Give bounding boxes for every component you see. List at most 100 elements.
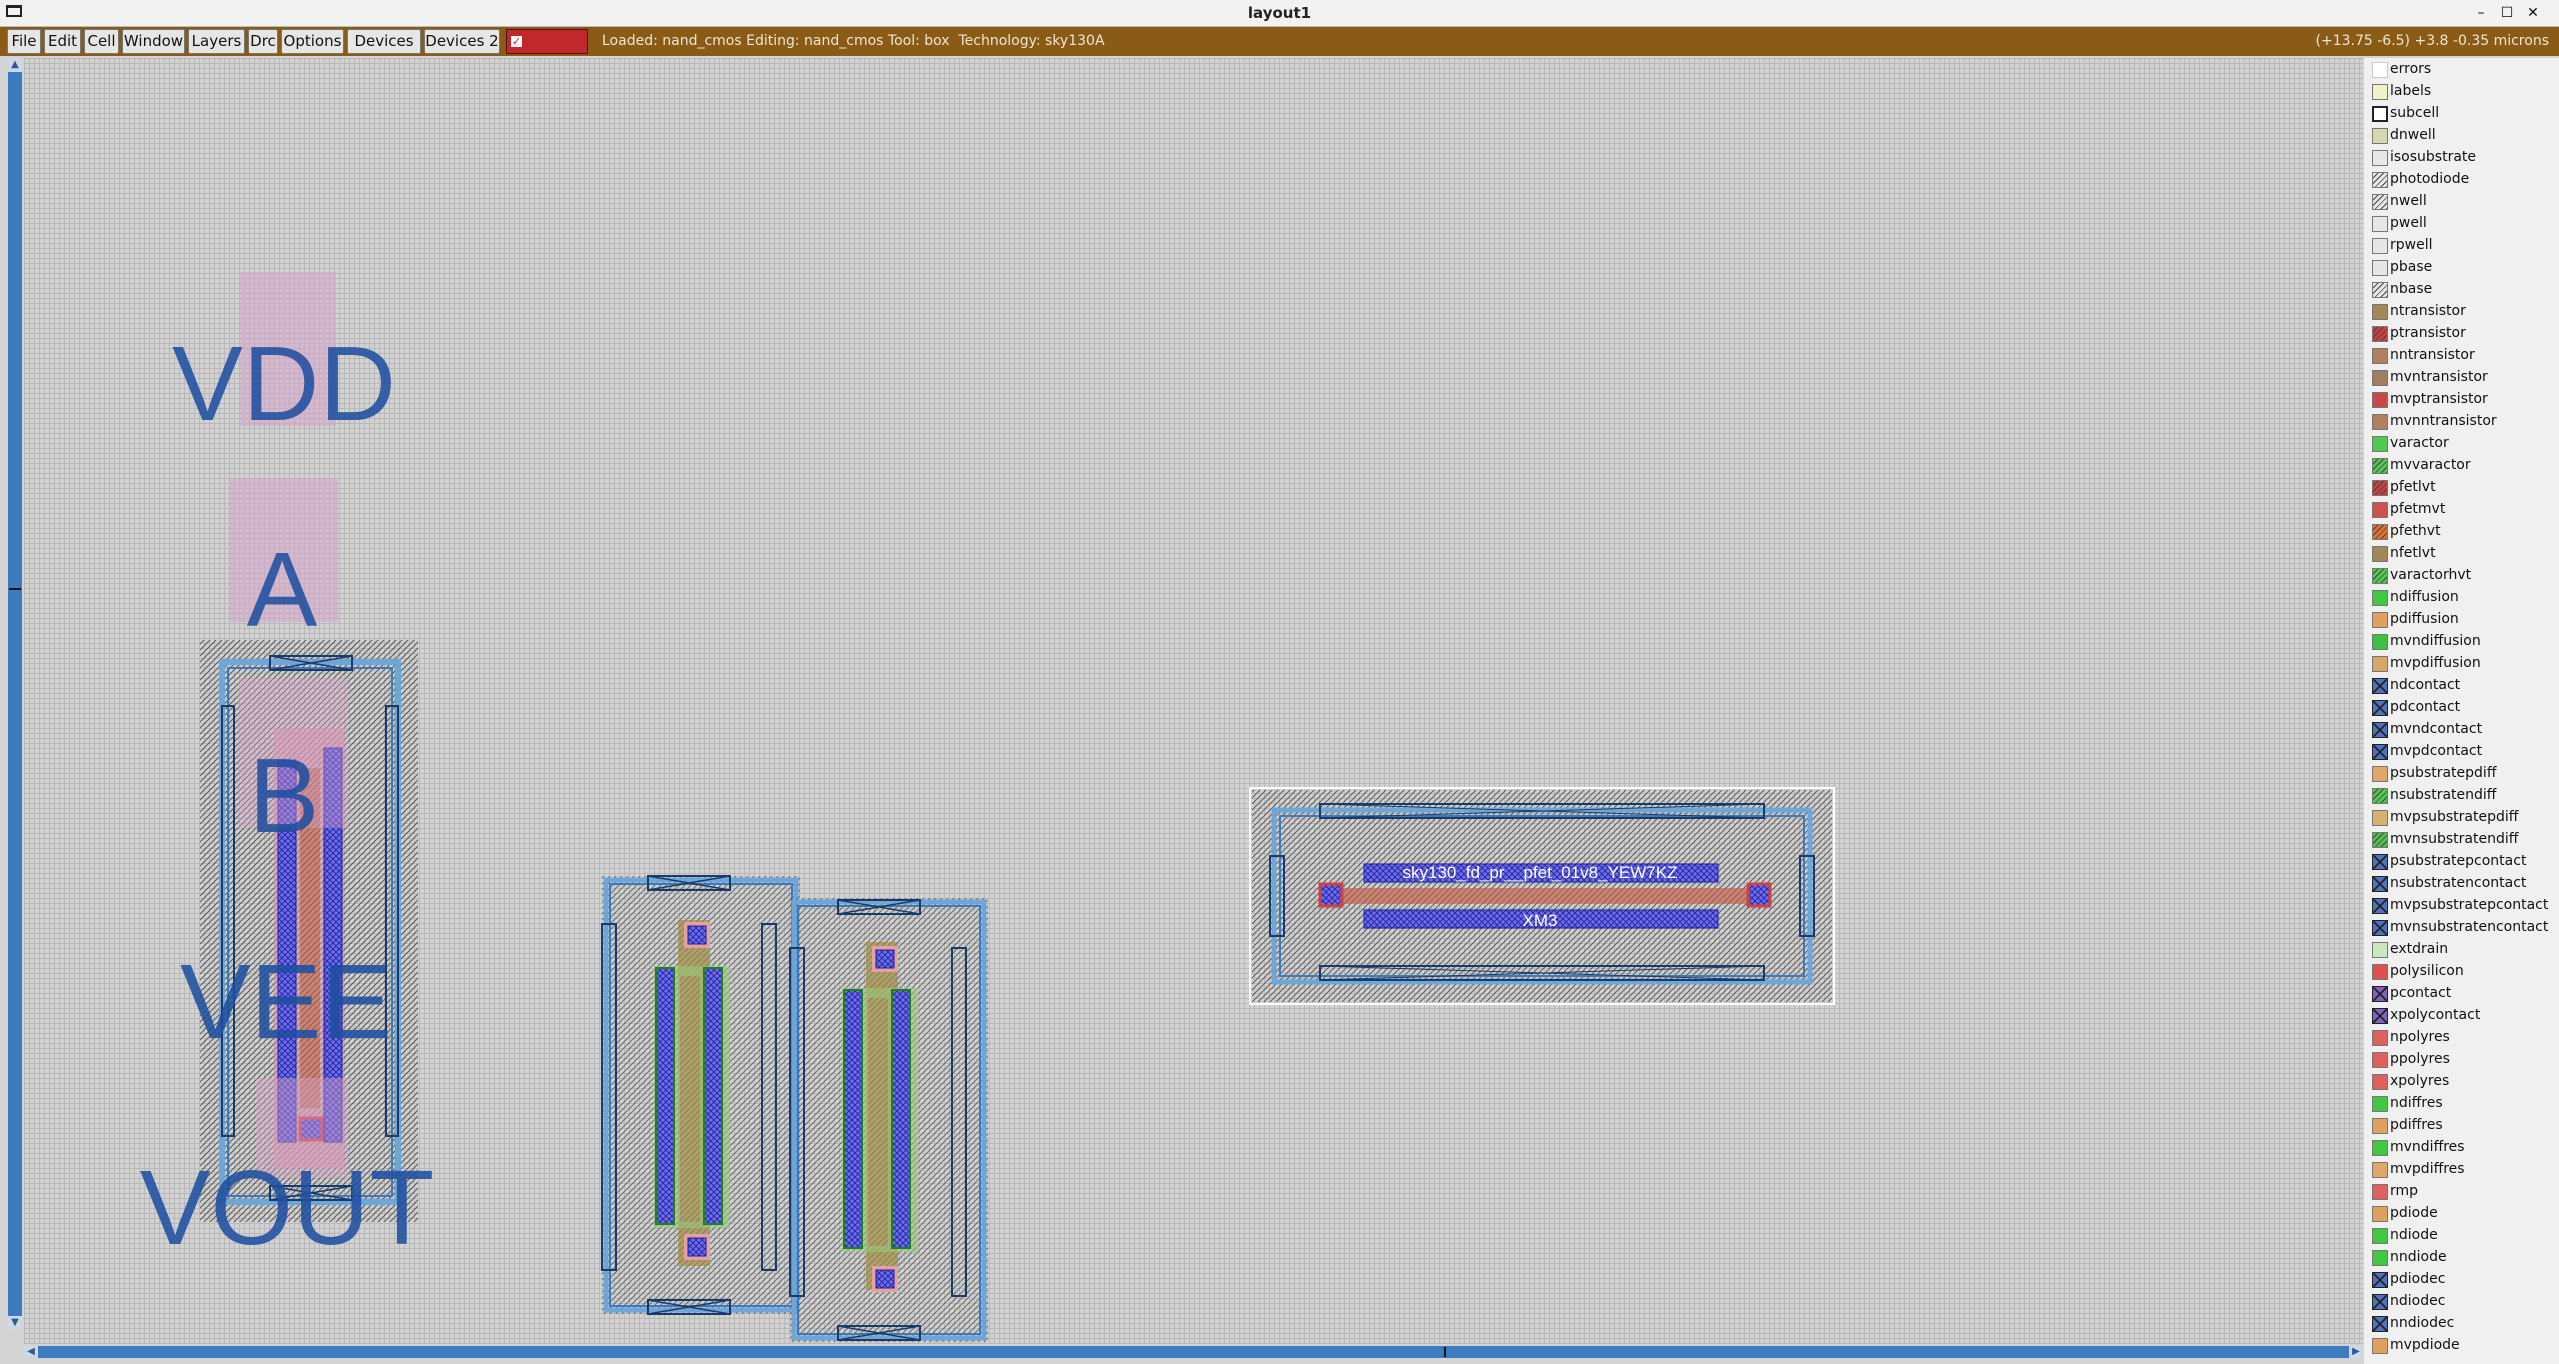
- layer-item[interactable]: pdiffres: [2364, 1114, 2559, 1136]
- layer-item[interactable]: mvndiffres: [2364, 1136, 2559, 1158]
- layer-swatch-icon: [2372, 1162, 2388, 1178]
- scroll-right-icon[interactable]: ▶: [2349, 1346, 2363, 1358]
- net-label-vout[interactable]: VOUT: [140, 1149, 434, 1267]
- layer-item[interactable]: mvptransistor: [2364, 388, 2559, 410]
- layer-item[interactable]: rpwell: [2364, 234, 2559, 256]
- layer-item[interactable]: varactorhvt: [2364, 564, 2559, 586]
- layer-item[interactable]: ntransistor: [2364, 300, 2559, 322]
- layer-item[interactable]: pdiffusion: [2364, 608, 2559, 630]
- menu-options[interactable]: Options: [281, 29, 344, 54]
- layer-item[interactable]: photodiode: [2364, 168, 2559, 190]
- layer-item[interactable]: mvnsubstratencontact: [2364, 916, 2559, 938]
- subcell-pfet[interactable]: sky130_fd_pr__pfet_01v8_YEW7KZ XM3: [1249, 787, 1835, 1005]
- scroll-up-icon[interactable]: ▲: [8, 58, 22, 72]
- layer-item[interactable]: pdcontact: [2364, 696, 2559, 718]
- layer-item[interactable]: nfetlvt: [2364, 542, 2559, 564]
- net-label-b[interactable]: B: [249, 737, 320, 855]
- layer-item[interactable]: pbase: [2364, 256, 2559, 278]
- layer-item[interactable]: mvndiffusion: [2364, 630, 2559, 652]
- layer-item[interactable]: pfethvt: [2364, 520, 2559, 542]
- layer-item[interactable]: mvpdiode: [2364, 1334, 2559, 1356]
- layer-name-label: psubstratepdiff: [2390, 765, 2497, 781]
- layer-item[interactable]: subcell: [2364, 102, 2559, 124]
- layer-item[interactable]: ppolyres: [2364, 1048, 2559, 1070]
- layer-panel: errors labels subcell dnwell isosubstrate pho…: [2364, 58, 2559, 1364]
- vertical-scrollbar[interactable]: ▲ ▼: [8, 58, 22, 1330]
- layer-item[interactable]: isosubstrate: [2364, 146, 2559, 168]
- layer-item[interactable]: mvvaractor: [2364, 454, 2559, 476]
- layer-item[interactable]: mvnsubstratendiff: [2364, 828, 2559, 850]
- layer-item[interactable]: npolyres: [2364, 1026, 2559, 1048]
- layer-item[interactable]: pfetmvt: [2364, 498, 2559, 520]
- menu-edit[interactable]: Edit: [44, 29, 81, 54]
- layer-item[interactable]: mvndcontact: [2364, 718, 2559, 740]
- minimize-button[interactable]: –: [2470, 3, 2492, 23]
- layer-item[interactable]: ndiffres: [2364, 1092, 2559, 1114]
- layer-item[interactable]: mvntransistor: [2364, 366, 2559, 388]
- layer-item[interactable]: varactor: [2364, 432, 2559, 454]
- drc-toggle-button[interactable]: ✓DRC=24: [506, 29, 588, 73]
- menu-cell[interactable]: Cell: [84, 29, 119, 54]
- maximize-button[interactable]: ☐: [2496, 3, 2518, 23]
- layer-item[interactable]: nsubstratendiff: [2364, 784, 2559, 806]
- layer-item[interactable]: nndiode: [2364, 1246, 2559, 1268]
- horizontal-scrollbar[interactable]: ◀ ▶: [24, 1346, 2363, 1358]
- layer-item[interactable]: polysilicon: [2364, 960, 2559, 982]
- layer-item[interactable]: mvnntransistor: [2364, 410, 2559, 432]
- layer-item[interactable]: pwell: [2364, 212, 2559, 234]
- net-label-vee[interactable]: VEE: [180, 943, 392, 1061]
- scroll-thumb[interactable]: [9, 588, 21, 590]
- layer-item[interactable]: pdiodec: [2364, 1268, 2559, 1290]
- layer-swatch-icon: [2372, 194, 2388, 210]
- layer-item[interactable]: nsubstratencontact: [2364, 872, 2559, 894]
- layer-item[interactable]: psubstratepcontact: [2364, 850, 2559, 872]
- menu-window[interactable]: Window: [122, 29, 185, 54]
- layer-item[interactable]: mvpdiffres: [2364, 1158, 2559, 1180]
- layer-swatch-icon: [2372, 370, 2388, 386]
- layer-item[interactable]: ndiode: [2364, 1224, 2559, 1246]
- layer-item[interactable]: nwell: [2364, 190, 2559, 212]
- layer-swatch-icon: [2372, 876, 2388, 892]
- layer-item[interactable]: mvpdcontact: [2364, 740, 2559, 762]
- menu-devices-2[interactable]: Devices 2: [424, 29, 500, 54]
- device-m2[interactable]: [601, 875, 800, 1315]
- layer-item[interactable]: mvpsubstratepcontact: [2364, 894, 2559, 916]
- layer-swatch-icon: [2372, 964, 2388, 980]
- scroll-left-icon[interactable]: ◀: [24, 1346, 38, 1358]
- layer-item[interactable]: rmp: [2364, 1180, 2559, 1202]
- layer-item[interactable]: mvpdiffusion: [2364, 652, 2559, 674]
- menu-file[interactable]: File: [7, 29, 41, 54]
- layer-name-label: subcell: [2390, 105, 2440, 121]
- layer-item[interactable]: nbase: [2364, 278, 2559, 300]
- hscroll-thumb[interactable]: [1444, 1347, 1446, 1357]
- layer-item[interactable]: pcontact: [2364, 982, 2559, 1004]
- net-label-vdd[interactable]: VDD: [172, 325, 396, 443]
- net-label-a[interactable]: A: [247, 531, 318, 649]
- layer-item[interactable]: errors: [2364, 58, 2559, 80]
- layer-item[interactable]: nntransistor: [2364, 344, 2559, 366]
- menu-drc[interactable]: Drc: [248, 29, 278, 54]
- layer-item[interactable]: psubstratepdiff: [2364, 762, 2559, 784]
- layer-item[interactable]: dnwell: [2364, 124, 2559, 146]
- layer-item[interactable]: extdrain: [2364, 938, 2559, 960]
- layer-item[interactable]: mvpsubstratepdiff: [2364, 806, 2559, 828]
- layer-item[interactable]: labels: [2364, 80, 2559, 102]
- scroll-down-icon[interactable]: ▼: [8, 1316, 22, 1330]
- close-button[interactable]: ✕: [2522, 3, 2544, 23]
- layer-item[interactable]: pfetlvt: [2364, 476, 2559, 498]
- layout-canvas[interactable]: sky130_fd_pr__pfet_01v8_YEW7KZ XM3 VDD A…: [24, 58, 2363, 1344]
- layer-swatch-icon: [2372, 106, 2388, 122]
- layer-item[interactable]: nndiodec: [2364, 1312, 2559, 1334]
- layer-item[interactable]: xpolyres: [2364, 1070, 2559, 1092]
- layer-item[interactable]: ndcontact: [2364, 674, 2559, 696]
- layer-item[interactable]: ndiffusion: [2364, 586, 2559, 608]
- menu-devices-1[interactable]: Devices 1: [347, 29, 421, 73]
- layer-swatch-icon: [2372, 810, 2388, 826]
- layer-item[interactable]: pdiode: [2364, 1202, 2559, 1224]
- layer-swatch-icon: [2372, 678, 2388, 694]
- layer-item[interactable]: ndiodec: [2364, 1290, 2559, 1312]
- layer-item[interactable]: ptransistor: [2364, 322, 2559, 344]
- device-m3-nfet[interactable]: [789, 898, 988, 1342]
- layer-item[interactable]: xpolycontact: [2364, 1004, 2559, 1026]
- menu-layers[interactable]: Layers: [188, 29, 245, 54]
